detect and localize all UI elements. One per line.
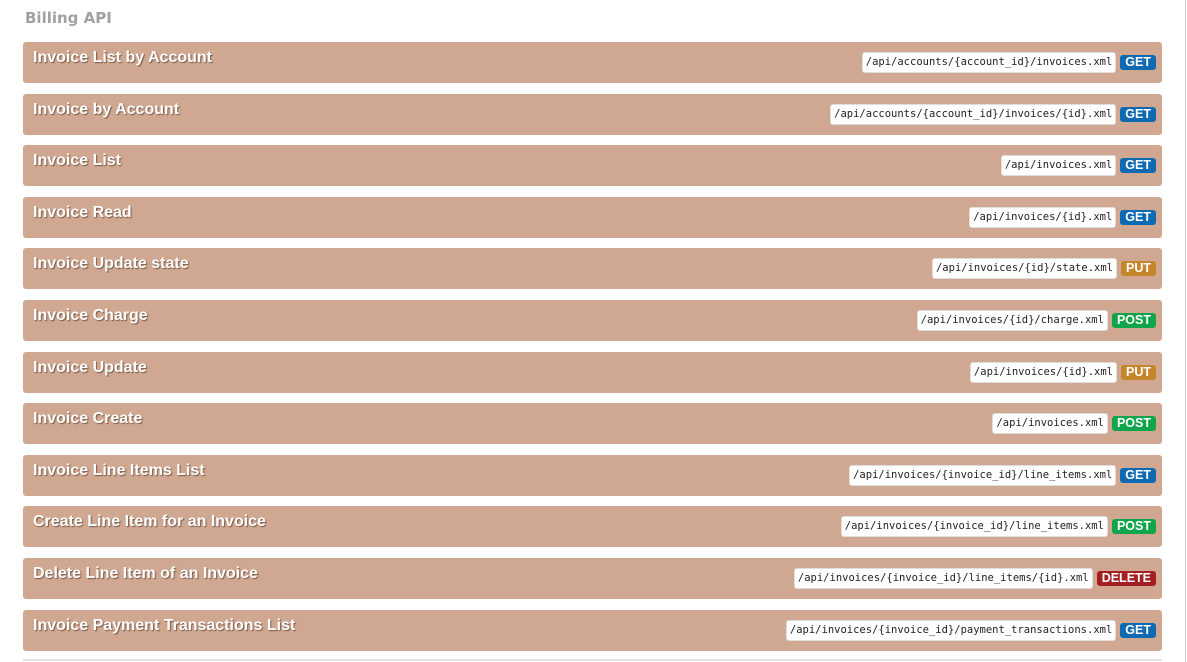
http-method-badge[interactable]: POST (1111, 519, 1156, 535)
endpoint-title[interactable]: Invoice Create (33, 409, 142, 429)
page-right-border (1185, 0, 1186, 662)
http-method-badge[interactable]: GET (1120, 467, 1156, 483)
endpoint-row[interactable]: Invoice Update state /api/invoices/{id}/… (23, 248, 1162, 290)
endpoint-row[interactable]: Invoice Payment Transactions List /api/i… (23, 609, 1162, 651)
http-method-badge[interactable]: POST (1111, 416, 1156, 432)
endpoint-path[interactable]: /api/invoices.xml (992, 413, 1108, 435)
endpoint-list: Invoice List by Account /api/accounts/{a… (23, 42, 1162, 661)
endpoint-meta: /api/invoices/{invoice_id}/payment_trans… (785, 619, 1156, 641)
endpoint-row[interactable]: Delete Line Item of an Invoice /api/invo… (23, 557, 1162, 599)
endpoint-path[interactable]: /api/accounts/{account_id}/invoices.xml (861, 52, 1117, 73)
http-method-badge[interactable]: POST (1111, 312, 1156, 328)
endpoint-title[interactable]: Invoice by Account (33, 100, 179, 120)
endpoint-row[interactable]: Invoice Create /api/invoices.xml POST (23, 403, 1162, 445)
endpoint-row[interactable]: Invoice Charge /api/invoices/{id}/charge… (23, 299, 1162, 341)
endpoint-meta: /api/invoices.xml GET (1000, 155, 1156, 177)
endpoint-title[interactable]: Invoice Payment Transactions List (33, 616, 295, 636)
section-title[interactable]: Billing API (25, 8, 112, 28)
endpoint-path[interactable]: /api/invoices/{invoice_id}/line_items.xm… (849, 464, 1117, 486)
endpoint-title[interactable]: Invoice Read (33, 203, 132, 223)
endpoint-path[interactable]: /api/invoices/{invoice_id}/line_items/{i… (793, 567, 1093, 589)
endpoint-meta: /api/invoices/{id}.xml PUT (969, 361, 1156, 383)
endpoint-row[interactable]: Invoice Update /api/invoices/{id}.xml PU… (23, 351, 1162, 393)
endpoint-path[interactable]: /api/invoices.xml (1000, 155, 1117, 177)
endpoint-meta: /api/invoices/{invoice_id}/line_items.xm… (840, 516, 1156, 538)
endpoint-row[interactable]: Invoice List /api/invoices.xml GET (23, 145, 1162, 187)
endpoint-path[interactable]: /api/invoices/{id}.xml (969, 361, 1117, 383)
endpoint-title[interactable]: Delete Line Item of an Invoice (33, 564, 258, 584)
endpoint-title[interactable]: Invoice List by Account (33, 48, 212, 68)
endpoint-path[interactable]: /api/invoices/{invoice_id}/payment_trans… (785, 619, 1117, 641)
http-method-badge[interactable]: GET (1120, 209, 1156, 225)
endpoint-title[interactable]: Invoice Update state (33, 254, 189, 274)
bottom-divider (23, 659, 1162, 661)
endpoint-path[interactable]: /api/invoices/{id}.xml (969, 206, 1117, 228)
http-method-badge[interactable]: PUT (1121, 364, 1156, 380)
endpoint-row[interactable]: Invoice Read /api/invoices/{id}.xml GET (23, 196, 1162, 238)
endpoint-title[interactable]: Invoice Update (33, 358, 147, 378)
endpoint-title[interactable]: Invoice Line Items List (33, 461, 205, 481)
endpoint-meta: /api/invoices.xml POST (992, 413, 1156, 435)
endpoint-row[interactable]: Create Line Item for an Invoice /api/inv… (23, 506, 1162, 548)
http-method-badge[interactable]: GET (1120, 622, 1156, 638)
endpoint-meta: /api/invoices/{invoice_id}/line_items/{i… (793, 567, 1156, 589)
endpoint-path[interactable]: /api/invoices/{id}/charge.xml (916, 309, 1108, 331)
endpoint-path[interactable]: /api/accounts/{account_id}/invoices/{id}… (830, 103, 1117, 125)
endpoint-row[interactable]: Invoice by Account /api/accounts/{accoun… (23, 93, 1162, 135)
http-method-badge[interactable]: GET (1120, 106, 1156, 122)
endpoint-title[interactable]: Create Line Item for an Invoice (33, 512, 266, 532)
endpoint-row[interactable]: Invoice List by Account /api/accounts/{a… (23, 42, 1162, 83)
http-method-badge[interactable]: DELETE (1096, 570, 1156, 586)
endpoint-meta: /api/invoices/{id}/charge.xml POST (916, 309, 1156, 331)
endpoint-meta: /api/accounts/{account_id}/invoices.xml … (861, 52, 1156, 73)
endpoint-title[interactable]: Invoice List (33, 151, 121, 171)
http-method-badge[interactable]: PUT (1121, 261, 1156, 277)
http-method-badge[interactable]: GET (1120, 55, 1156, 70)
endpoint-path[interactable]: /api/invoices/{id}/state.xml (931, 258, 1117, 280)
endpoint-meta: /api/invoices/{id}.xml GET (969, 206, 1156, 228)
endpoint-title[interactable]: Invoice Charge (33, 306, 148, 326)
endpoint-path[interactable]: /api/invoices/{invoice_id}/line_items.xm… (840, 516, 1108, 538)
endpoint-meta: /api/invoices/{id}/state.xml PUT (931, 258, 1156, 280)
endpoint-meta: /api/accounts/{account_id}/invoices/{id}… (830, 103, 1156, 125)
http-method-badge[interactable]: GET (1120, 158, 1156, 174)
endpoint-meta: /api/invoices/{invoice_id}/line_items.xm… (849, 464, 1156, 486)
endpoint-row[interactable]: Invoice Line Items List /api/invoices/{i… (23, 454, 1162, 496)
